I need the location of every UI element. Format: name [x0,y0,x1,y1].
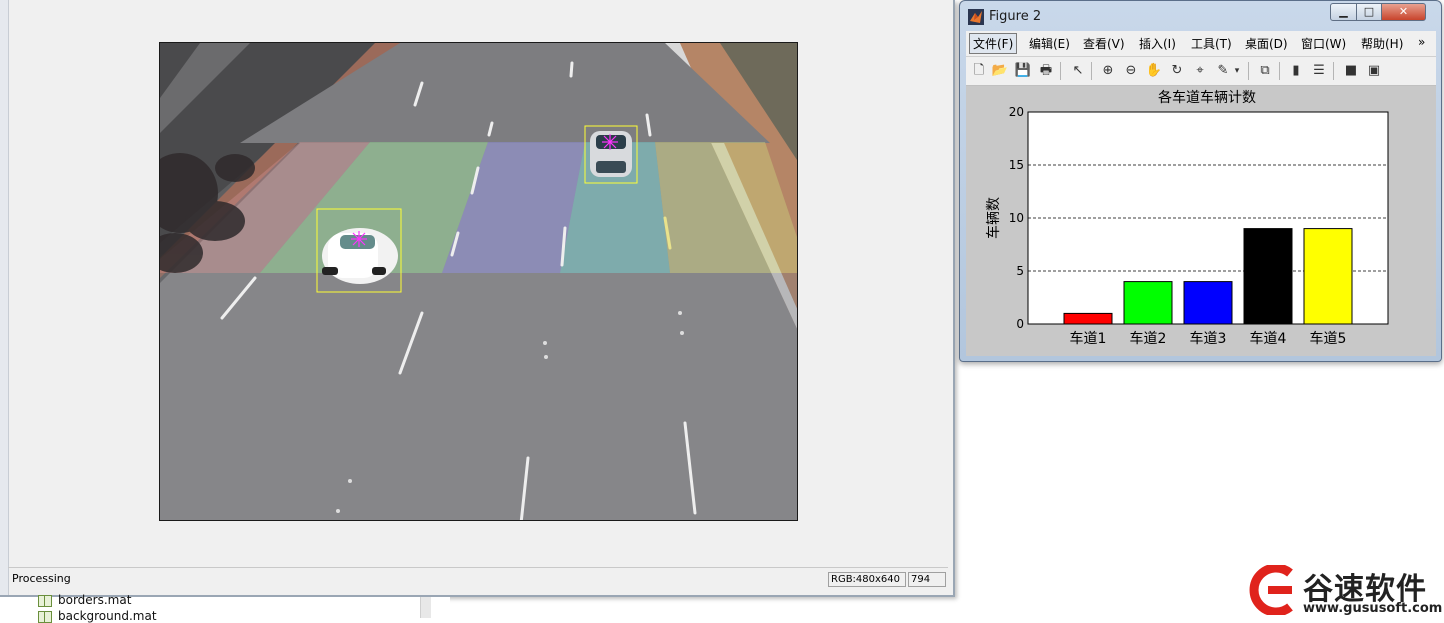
data-cursor-icon[interactable]: ⌖ [1191,62,1209,80]
bar-5 [1303,228,1353,325]
y-tick-label: 5 [1016,264,1024,278]
chart-title: 各车道车辆计数 [1158,89,1256,106]
mat-file-icon [38,594,52,607]
matlab-icon [968,9,984,25]
status-bar: Processing RGB:480x640 794 [8,567,948,590]
menu-insert[interactable]: 插入(I) [1139,35,1176,52]
y-tick-label: 0 [1016,317,1024,331]
legend-icon[interactable]: ☰ [1310,62,1328,80]
x-tick-label: 车道1 [1070,330,1107,347]
file-list: borders.mat background.mat [0,593,450,623]
bar-1 [1063,312,1113,325]
show-plot-tools-icon[interactable]: ▣ [1365,62,1383,80]
chevron-down-icon[interactable]: ▾ [1232,62,1242,80]
menu-file[interactable]: 文件(F) [969,33,1018,54]
pointer-icon[interactable]: ↖ [1069,62,1087,80]
menu-window[interactable]: 窗口(W) [1301,35,1346,52]
maximize-button[interactable]: □ [1356,3,1382,21]
x-tick-label: 车道2 [1130,330,1167,347]
figure-canvas: 各车道车辆计数 0 5 10 15 20 车道1 车道2 车道3 车道4 车道5 车辆数 [966,86,1436,356]
window-title: Figure 2 [989,9,1042,24]
menu-bar: 文件(F) 编辑(E) 查看(V) 插入(I) 工具(T) 桌面(D) 窗口(W… [966,31,1436,57]
menu-view[interactable]: 查看(V) [1083,35,1125,52]
figure-window: Figure 2 ▁ □ ✕ 文件(F) 编辑(E) 查看(V) 插入(I) 工… [959,0,1442,362]
bar-2 [1123,281,1173,325]
y-tick-label: 20 [1009,105,1024,119]
bar-chart: 各车道车辆计数 0 5 10 15 20 车道1 车道2 车道3 车道4 车道5 车辆数 [985,89,1389,347]
pixel-value-readout: 794 [908,572,946,587]
traffic-video-image [160,43,797,520]
y-tick-label: 15 [1009,158,1024,172]
brush-icon[interactable]: ✎ [1214,62,1232,80]
menu-help[interactable]: 帮助(H) [1361,35,1403,52]
detected-car-white [322,228,398,284]
list-item[interactable]: background.mat [38,609,157,623]
hide-plot-tools-icon[interactable]: ■ [1342,62,1360,80]
zoom-in-icon[interactable]: ⊕ [1099,62,1117,80]
x-tick-label: 车道3 [1190,330,1227,347]
menu-overflow-icon[interactable]: » [1418,35,1425,49]
y-axis-label: 车辆数 [985,197,1002,239]
menu-tools[interactable]: 工具(T) [1191,35,1232,52]
new-file-icon[interactable]: 🗋 [970,62,988,80]
pixel-info-readout: RGB:480x640 [828,572,906,587]
brand-url: www.gususoft.com [1303,601,1443,616]
menu-edit[interactable]: 编辑(E) [1029,35,1070,52]
brand-logo: 谷速软件 www.gususoft.com [1246,563,1442,617]
x-tick-label: 车道5 [1310,330,1347,347]
x-tick-label: 车道4 [1250,330,1287,347]
scrollbar[interactable] [420,597,431,618]
close-button[interactable]: ✕ [1381,3,1426,21]
detected-car-far [590,131,632,177]
brand-logo-icon [1249,565,1293,615]
bar-3 [1183,281,1233,325]
save-icon[interactable]: 💾 [1014,62,1032,80]
zoom-out-icon[interactable]: ⊖ [1122,62,1140,80]
bar-4 [1243,228,1293,325]
video-player-window: Processing RGB:480x640 794 [0,0,955,597]
toolbar-separator [1248,62,1249,80]
figure-titlebar[interactable]: Figure 2 ▁ □ ✕ [960,1,1441,31]
y-tick-label: 10 [1009,211,1024,225]
open-folder-icon[interactable]: 📂 [991,62,1009,80]
colorbar-icon[interactable]: ▮ [1287,62,1305,80]
toolbar-separator [1091,62,1092,80]
minimize-button[interactable]: ▁ [1330,3,1357,21]
toolbar-separator [1333,62,1334,80]
toolbar-separator [1060,62,1061,80]
video-frame [159,42,798,521]
status-text: Processing [12,572,71,585]
window-left-edge [0,0,9,595]
mat-file-icon [38,610,52,623]
menu-desktop[interactable]: 桌面(D) [1245,35,1288,52]
y-axis-ticks: 0 5 10 15 20 [1009,105,1024,331]
rotate-3d-icon[interactable]: ↻ [1168,62,1186,80]
figure-toolbar: 🗋 📂 💾 🖶 ↖ ⊕ ⊖ ✋ ↻ ⌖ ✎ ▾ ⧉ ▮ ☰ ■ ▣ [966,57,1436,86]
link-plot-icon[interactable]: ⧉ [1256,62,1274,80]
print-icon[interactable]: 🖶 [1037,62,1055,80]
pan-hand-icon[interactable]: ✋ [1145,62,1163,80]
list-item[interactable]: borders.mat [38,593,131,607]
toolbar-separator [1279,62,1280,80]
x-axis-ticks: 车道1 车道2 车道3 车道4 车道5 [1070,330,1347,347]
